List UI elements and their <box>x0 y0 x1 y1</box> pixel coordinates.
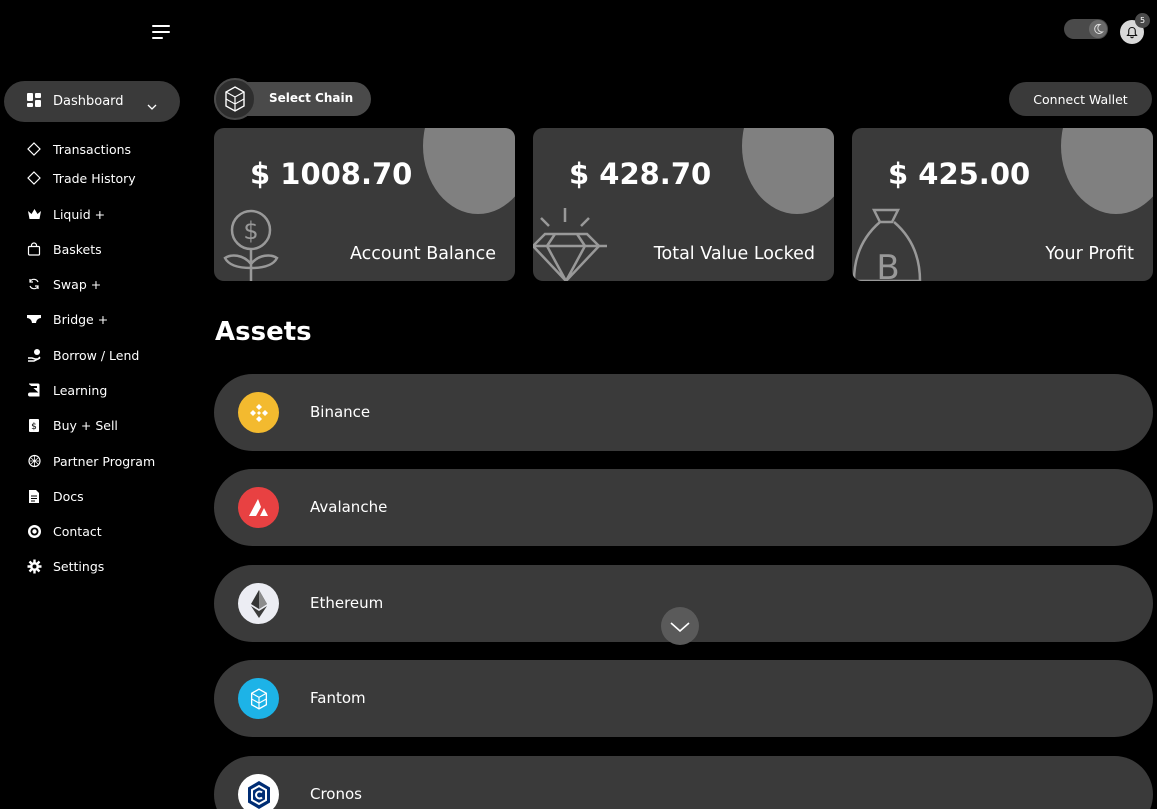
asset-row-binance[interactable]: Binance <box>214 374 1153 451</box>
stat-card-total-value-locked: $ 428.70 Total Value Locked <box>533 128 834 281</box>
sidebar-item-label: Trade History <box>53 170 136 186</box>
asset-row-cronos[interactable]: Cronos <box>214 756 1153 809</box>
sidebar-item-swap[interactable]: Swap + <box>26 274 101 294</box>
cronos-icon <box>238 774 279 809</box>
money-plant-icon: $ <box>214 204 284 281</box>
dashboard-icon <box>27 92 41 111</box>
stat-label: Total Value Locked <box>653 244 815 264</box>
svg-text:B: B <box>876 248 899 281</box>
fantom-icon <box>238 678 279 719</box>
decorative-circle <box>423 128 515 214</box>
dark-mode-toggle[interactable] <box>1064 19 1108 39</box>
menu-icon[interactable] <box>152 23 174 41</box>
asset-name: Ethereum <box>310 594 384 612</box>
sidebar-item-label: Contact <box>53 523 102 539</box>
sidebar-item-label: Dashboard <box>53 94 124 109</box>
notification-badge: 5 <box>1135 13 1150 28</box>
gear-icon <box>26 558 42 574</box>
binance-icon <box>238 392 279 433</box>
sidebar-item-partner-program[interactable]: Partner Program <box>26 451 155 471</box>
stat-label: Account Balance <box>349 244 496 264</box>
sidebar-item-label: Borrow / Lend <box>53 347 140 363</box>
decorative-circle <box>742 128 834 214</box>
diamond-outline-icon <box>26 170 42 186</box>
avalanche-icon <box>238 487 279 528</box>
chevron-down-icon <box>670 617 690 636</box>
contact-icon <box>26 523 42 539</box>
asset-row-fantom[interactable]: Fantom <box>214 660 1153 737</box>
sidebar-item-dashboard[interactable]: Dashboard <box>4 81 180 122</box>
sidebar-item-borrow-lend[interactable]: Borrow / Lend <box>26 345 139 365</box>
sidebar-item-label: Swap + <box>53 276 102 292</box>
sidebar-item-trade-history[interactable]: Trade History <box>26 168 136 188</box>
svg-text:$: $ <box>243 217 258 245</box>
hand-coin-icon <box>26 347 42 363</box>
notification-bell-icon[interactable]: 5 <box>1120 13 1150 44</box>
diamond-outline-icon <box>26 141 42 157</box>
sidebar-item-label: Bridge + <box>53 311 109 327</box>
sidebar-item-label: Liquid + <box>53 206 106 222</box>
sidebar-item-label: Settings <box>53 558 105 574</box>
stat-value: $ 1008.70 <box>250 157 413 191</box>
select-chain-label: Select Chain <box>269 91 354 105</box>
asset-name: Binance <box>310 403 371 421</box>
book-icon <box>26 382 42 398</box>
moon-icon <box>1089 20 1107 38</box>
bitcoin-bag-icon: B <box>852 204 927 281</box>
stat-card-your-profit: B $ 425.00 Your Profit <box>852 128 1153 281</box>
bridge-icon <box>26 311 42 327</box>
sidebar-item-learning[interactable]: Learning <box>26 380 107 400</box>
sidebar-item-bridge[interactable]: Bridge + <box>26 309 108 329</box>
stat-value: $ 428.70 <box>569 157 712 191</box>
select-chain-button[interactable]: Select Chain <box>214 78 371 120</box>
svg-text:$: $ <box>31 422 37 432</box>
sidebar-item-label: Transactions <box>53 141 132 157</box>
scroll-down-button[interactable] <box>661 607 699 645</box>
sidebar-item-liquid[interactable]: Liquid + <box>26 204 105 224</box>
sidebar-item-label: Learning <box>53 382 108 398</box>
asset-row-avalanche[interactable]: Avalanche <box>214 469 1153 546</box>
asset-name: Fantom <box>310 689 366 707</box>
sidebar-item-settings[interactable]: Settings <box>26 556 104 576</box>
sidebar-item-docs[interactable]: Docs <box>26 486 84 506</box>
swap-icon <box>26 276 42 292</box>
stat-value: $ 425.00 <box>888 157 1031 191</box>
asset-name: Avalanche <box>310 498 388 516</box>
sidebar-item-contact[interactable]: Contact <box>26 521 102 541</box>
receipt-icon: $ <box>26 417 42 433</box>
sidebar-item-baskets[interactable]: Baskets <box>26 239 102 259</box>
decorative-circle <box>1061 128 1153 214</box>
stat-label: Your Profit <box>1045 244 1134 264</box>
connect-wallet-button[interactable]: Connect Wallet <box>1009 82 1152 116</box>
sidebar-item-label: Partner Program <box>53 453 156 469</box>
assets-heading: Assets <box>215 317 312 347</box>
shopping-bag-icon <box>26 241 42 257</box>
partner-icon <box>26 453 42 469</box>
stat-card-account-balance: $ $ 1008.70 Account Balance <box>214 128 515 281</box>
gem-icon <box>533 204 608 281</box>
sidebar-item-transactions[interactable]: Transactions <box>26 139 131 159</box>
crown-icon <box>26 206 42 222</box>
sidebar-item-label: Baskets <box>53 241 102 257</box>
sidebar-item-label: Buy + Sell <box>53 417 118 433</box>
sidebar-item-buy-sell[interactable]: $ Buy + Sell <box>26 415 118 435</box>
chevron-down-icon <box>147 95 157 114</box>
ethereum-icon <box>238 583 279 624</box>
fantom-icon <box>214 78 256 120</box>
asset-name: Cronos <box>310 785 362 803</box>
sidebar-item-label: Docs <box>53 488 84 504</box>
document-icon <box>26 488 42 504</box>
